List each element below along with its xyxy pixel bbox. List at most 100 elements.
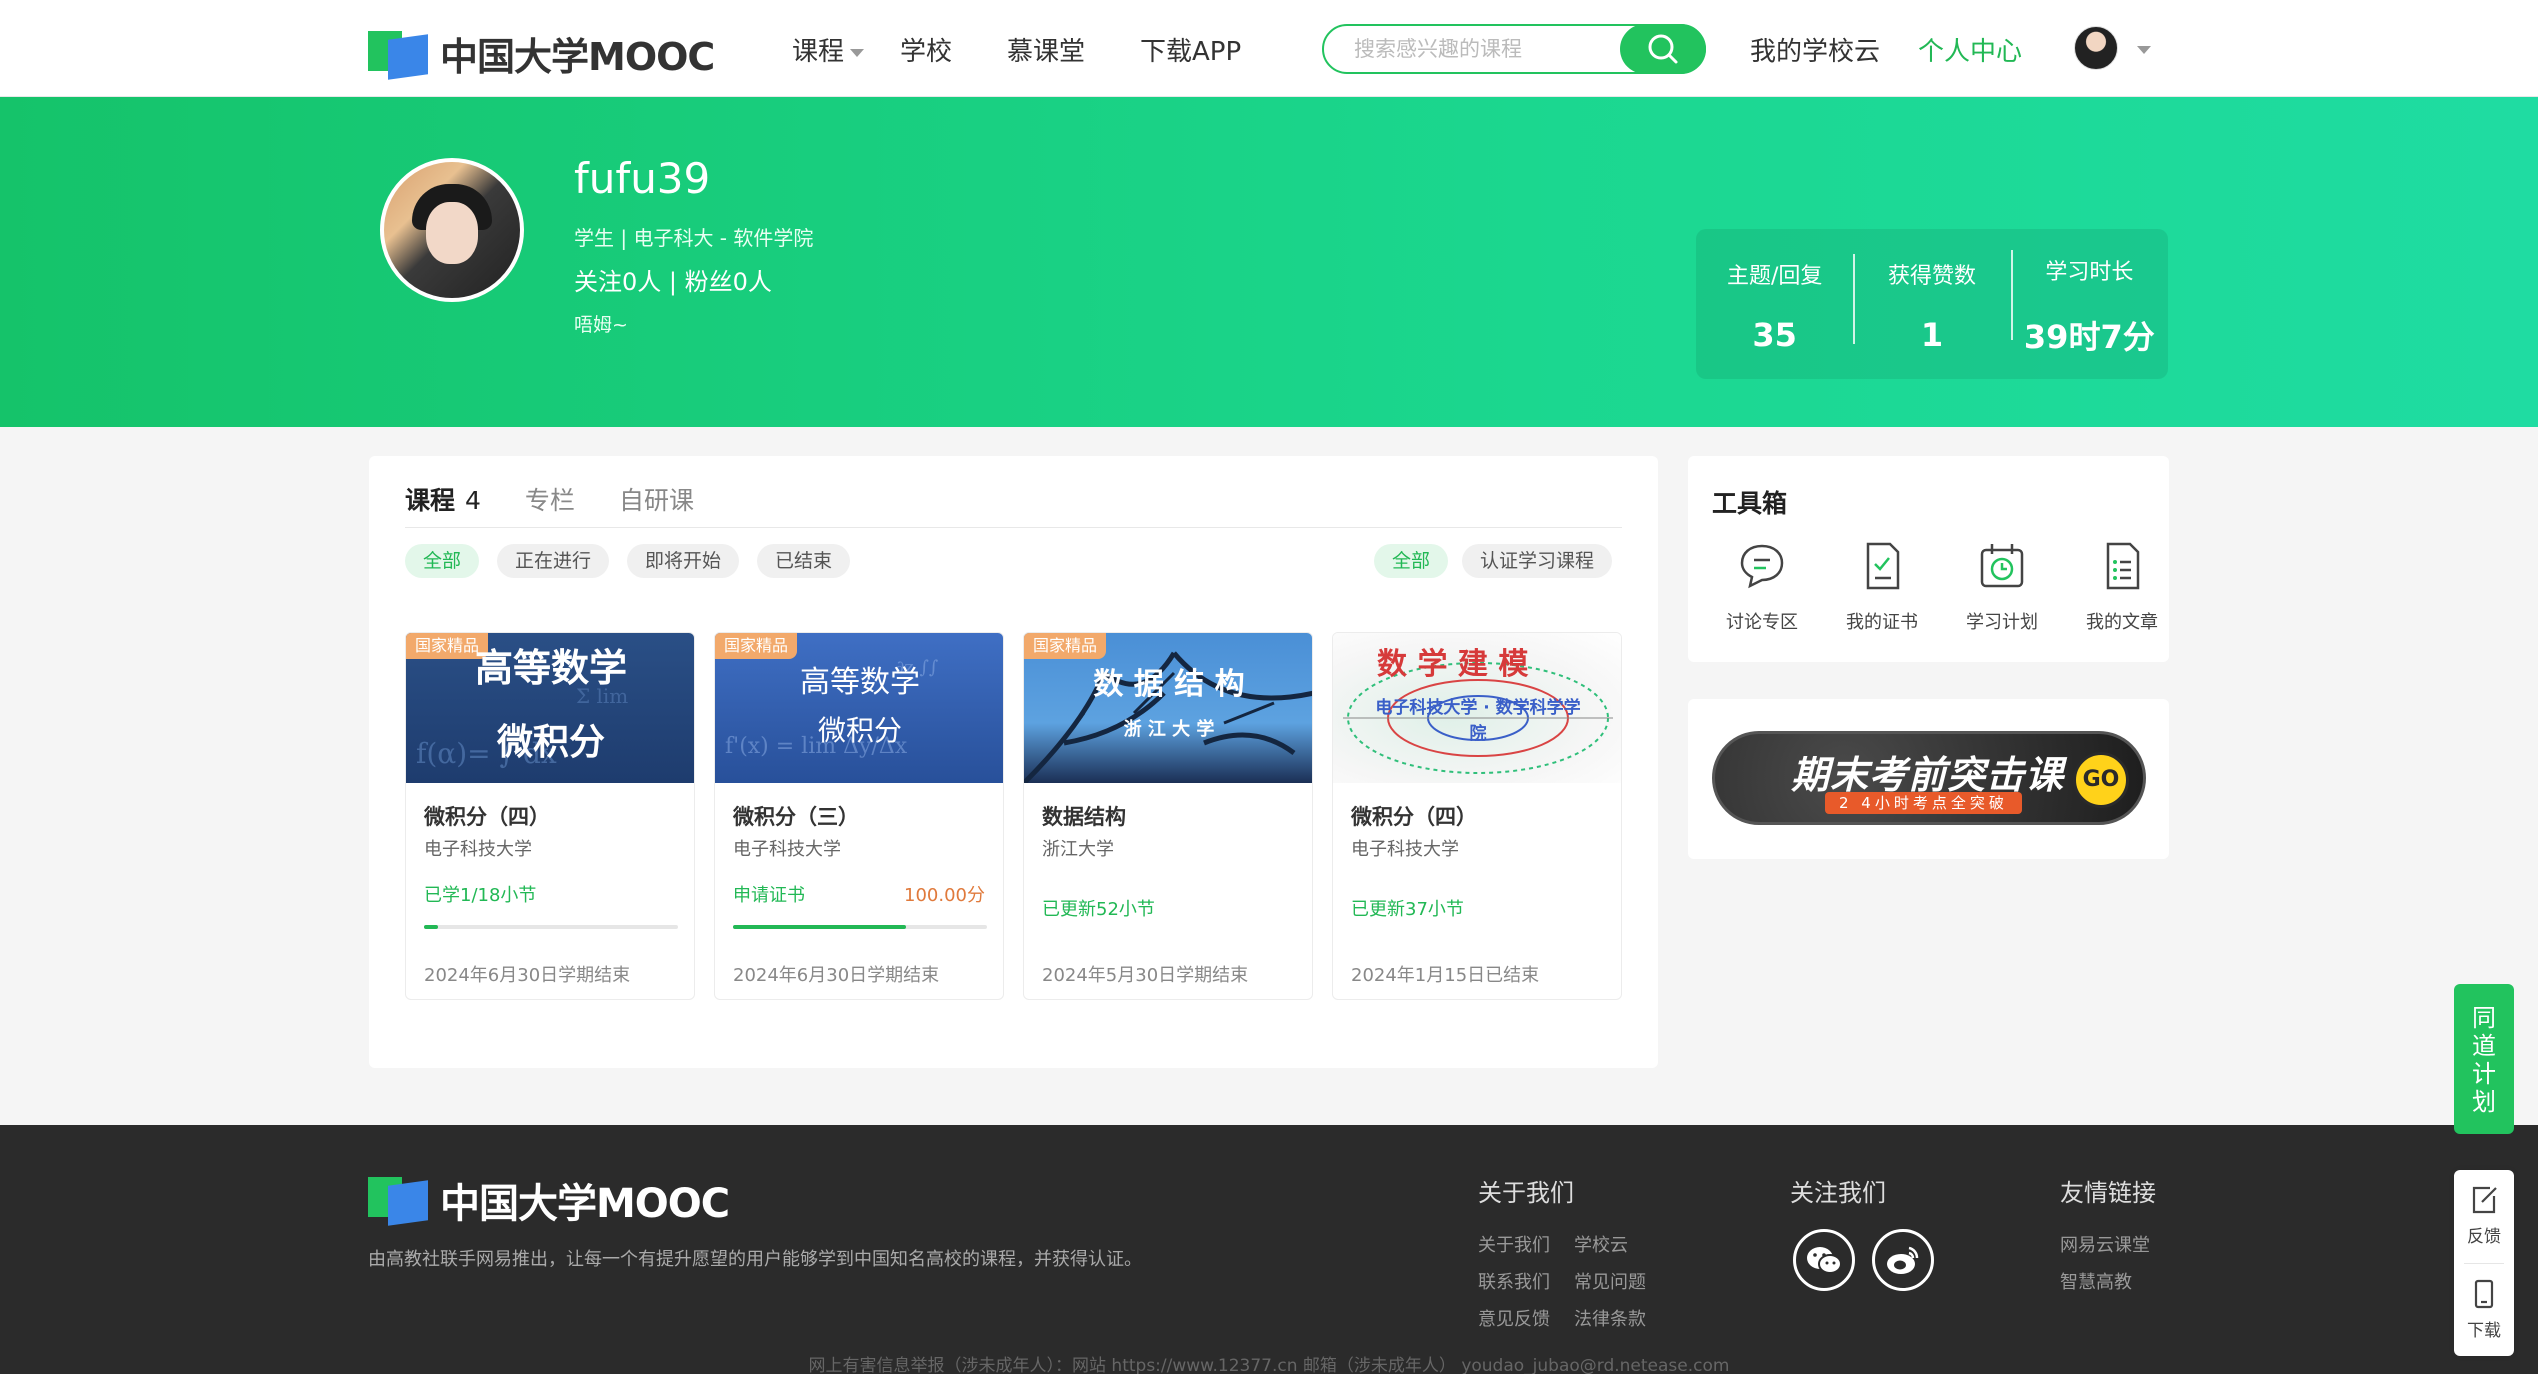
cover-subtitle: 电子科技大学 · 数学科学学院	[1375, 698, 1581, 744]
footer: 中国大学MOOC 由高教社联手网易推出，让每一个有提升愿望的用户能够学到中国知名…	[0, 1125, 2538, 1374]
footer-about-title: 关于我们	[1478, 1179, 1574, 1207]
tab-self-courses[interactable]: 自研课	[619, 478, 694, 527]
footer-logo-text: 中国大学MOOC	[440, 1181, 730, 1227]
companion-plan-button[interactable]: 同道计划	[2454, 984, 2514, 1134]
wechat-button[interactable]	[1793, 1229, 1855, 1291]
profile-meta: 学生 | 电子科大 - 软件学院	[574, 226, 814, 250]
companion-plan-label: 同道计划	[2472, 1004, 2496, 1116]
profile-follow-stats[interactable]: 关注0人 | 粉丝0人	[574, 262, 772, 297]
cover-title: 高等数学	[800, 665, 920, 700]
type-filters: 全部 认证学习课程	[1360, 544, 1612, 578]
promo-go-button[interactable]: GO	[2073, 752, 2129, 808]
course-card[interactable]: 数 学 建 模 电子科技大学 · 数学科学学院 微积分（四） 电子科技大学 已更…	[1332, 632, 1622, 1000]
filter-ongoing[interactable]: 正在进行	[497, 544, 610, 578]
course-name: 数据结构	[1042, 805, 1126, 829]
weibo-icon	[1887, 1246, 1919, 1274]
footer-link-smart-edu[interactable]: 智慧高教	[2060, 1268, 2132, 1294]
top-nav: 中国大学MOOC 课程 学校 慕课堂 下载APP 我的学校云 个人中心	[0, 0, 2538, 97]
search-box	[1322, 24, 1706, 74]
search-input[interactable]	[1354, 34, 1584, 64]
course-name: 微积分（四）	[1351, 805, 1477, 829]
course-school: 电子科技大学	[733, 839, 841, 860]
course-card[interactable]: f'(x) = lim Δy/Δx ∂z ∫∫ 国家精品 高等数学 微积分 微积…	[714, 632, 1004, 1000]
course-cover: 数 学 建 模 电子科技大学 · 数学科学学院	[1333, 633, 1621, 783]
chevron-down-icon	[850, 48, 865, 57]
cover-subtitle: 浙 江 大 学	[1123, 719, 1215, 740]
tool-label: 我的文章	[2086, 612, 2158, 633]
course-end-date: 2024年6月30日学期结束	[733, 965, 940, 986]
tab-courses[interactable]: 课程 4	[405, 478, 481, 527]
filter-upcoming[interactable]: 即将开始	[627, 544, 740, 578]
certificate-icon	[1866, 542, 1900, 590]
footer-description: 由高教社联手网易推出，让每一个有提升愿望的用户能够学到中国知名高校的课程，并获得…	[368, 1249, 1142, 1270]
nav-schools[interactable]: 学校	[900, 31, 952, 68]
nav-personal-center[interactable]: 个人中心	[1918, 31, 2022, 68]
footer-report-info: 网上有害信息举报（涉未成年人）：网站 https://www.12377.cn …	[808, 1356, 1730, 1374]
filter-certified[interactable]: 认证学习课程	[1461, 544, 1612, 578]
feedback-button[interactable]: 反馈	[2454, 1184, 2514, 1247]
tool-study-plan[interactable]: 学习计划	[1942, 540, 2062, 634]
download-button[interactable]: 下载	[2454, 1278, 2514, 1341]
footer-link-faq[interactable]: 常见问题	[1574, 1268, 1646, 1294]
footer-link-school-cloud[interactable]: 学校云	[1574, 1231, 1628, 1257]
profile-avatar	[380, 158, 524, 302]
cover-title: 数 据 结 构	[1093, 667, 1245, 702]
toolbox-items: 讨论专区 我的证书 学习计划 我的文章	[1702, 540, 2182, 634]
tool-discussion[interactable]: 讨论专区	[1702, 540, 1822, 634]
nav-mooc-hall[interactable]: 慕课堂	[1007, 31, 1085, 68]
nav-courses[interactable]: 课程	[792, 31, 865, 68]
weibo-button[interactable]	[1872, 1229, 1934, 1291]
course-badge: 国家精品	[715, 633, 798, 659]
search-button[interactable]	[1620, 24, 1706, 74]
chevron-down-icon[interactable]	[2137, 46, 2151, 54]
filter-all[interactable]: 全部	[405, 544, 480, 578]
nav-my-school-cloud[interactable]: 我的学校云	[1750, 31, 1880, 68]
footer-link-study163[interactable]: 网易云课堂	[2060, 1231, 2150, 1257]
stat-value: 1	[1920, 316, 1944, 354]
course-card[interactable]: f(α)= ∫ dx Σ lim 国家精品 高等数学 微积分 微积分（四） 电子…	[405, 632, 695, 1000]
course-card[interactable]: 国家精品 数 据 结 构 浙 江 大 学 数据结构 浙江大学 已更新52小节 2…	[1023, 632, 1313, 1000]
tab-columns[interactable]: 专栏	[525, 478, 575, 527]
stat-study-time: 学习时长 39时7分	[2010, 250, 2168, 358]
promo-banner[interactable]: 期末考前突击课 2 4小时考点全突破 GO	[1712, 731, 2146, 825]
course-progress	[733, 925, 987, 929]
cover-subtitle: 微积分	[496, 722, 605, 763]
tool-article[interactable]: 我的文章	[2062, 540, 2182, 634]
study-plan-icon	[1980, 544, 2024, 588]
progress-fill	[733, 925, 906, 929]
discussion-icon	[1740, 544, 1784, 589]
footer-link-legal[interactable]: 法律条款	[1574, 1305, 1646, 1331]
course-end-date: 2024年6月30日学期结束	[424, 965, 631, 986]
footer-link-feedback[interactable]: 意见反馈	[1478, 1305, 1550, 1331]
footer-friends-title: 友情链接	[2060, 1179, 2156, 1207]
apply-certificate-link[interactable]: 申请证书	[733, 881, 805, 907]
tool-certificate[interactable]: 我的证书	[1822, 540, 1942, 634]
nav-courses-label: 课程	[792, 37, 845, 67]
course-name: 微积分（四）	[424, 805, 550, 829]
course-status: 已更新37小节	[1351, 899, 1464, 920]
footer-link-contact[interactable]: 联系我们	[1478, 1268, 1550, 1294]
course-school: 电子科技大学	[424, 839, 532, 860]
download-label: 下载	[2467, 1321, 2501, 1341]
search-icon	[1648, 34, 1678, 64]
profile-bio: 唔姆~	[574, 314, 628, 336]
filter-type-all[interactable]: 全部	[1373, 544, 1448, 578]
cover-title: 数 学 建 模	[1377, 647, 1529, 682]
phone-icon	[2474, 1279, 2494, 1309]
promo-card: 期末考前突击课 2 4小时考点全突破 GO	[1688, 699, 2169, 859]
filter-ended[interactable]: 已结束	[757, 544, 851, 578]
course-end-date: 2024年5月30日学期结束	[1042, 965, 1249, 986]
cover-title: 高等数学	[474, 646, 627, 690]
logo-book-icon	[368, 30, 428, 80]
footer-follow-title: 关注我们	[1790, 1179, 1886, 1207]
footer-link-about[interactable]: 关于我们	[1478, 1231, 1550, 1257]
user-avatar[interactable]	[2074, 26, 2118, 70]
tab-count: 4	[465, 486, 481, 515]
logo-text: 中国大学MOOC	[440, 35, 715, 79]
nav-download-app[interactable]: 下载APP	[1140, 31, 1241, 68]
stat-topics: 主题/回复 35	[1696, 254, 1853, 354]
mooc-logo[interactable]: 中国大学MOOC	[368, 26, 715, 81]
content-tabs: 课程 4 专栏 自研课	[405, 478, 1622, 528]
cover-subtitle: 微积分	[817, 714, 902, 747]
profile-username: fufu39	[574, 154, 711, 203]
